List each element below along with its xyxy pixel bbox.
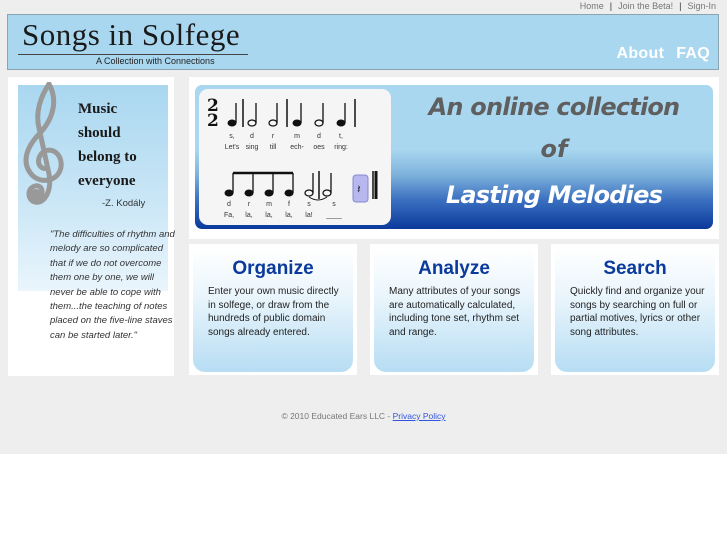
solfege-syllable: t,	[339, 133, 343, 140]
motto-line: should	[78, 125, 121, 141]
headline-line-2: of	[540, 135, 568, 163]
separator: |	[679, 1, 682, 11]
headline-line-3: Lasting Melodies	[445, 181, 663, 209]
motto-author: -Z. Kodály	[102, 198, 146, 209]
hero-panel: 2 2 𝄽 s, d r m d t, Let's sing till ech-…	[189, 77, 719, 239]
feature-description: Quickly find and organize your songs by …	[570, 286, 705, 338]
half-note	[304, 189, 314, 197]
home-link[interactable]: Home	[580, 1, 604, 11]
sidebar-quote-panel: Music should belong to everyone -Z. Kodá…	[8, 77, 175, 376]
motto-line: everyone	[78, 173, 136, 189]
motto: Music should belong to everyone	[78, 97, 137, 193]
hero-banner: 2 2 𝄽 s, d r m d t, Let's sing till ech-…	[195, 85, 713, 229]
lyric: ring:	[334, 144, 348, 151]
logo-subtitle: A Collection with Connections	[96, 56, 215, 66]
quarter-note	[292, 119, 302, 127]
motto-line: Music	[78, 101, 118, 117]
solfege-syllable: s	[332, 201, 336, 208]
feature-organize: Organize Enter your own music directly i…	[189, 244, 357, 375]
quarter-rest-icon: 𝄽	[357, 182, 361, 196]
feature-search: Search Quickly find and organize your so…	[551, 244, 719, 375]
feature-card: Organize Enter your own music directly i…	[193, 248, 353, 372]
time-sig-bottom: 2	[207, 111, 219, 131]
eighth-note	[244, 189, 254, 197]
motto-line: belong to	[78, 149, 137, 165]
kodaly-quote: "The difficulties of rhythm and melody a…	[50, 229, 175, 341]
half-note	[322, 189, 332, 197]
logo-underline	[18, 54, 248, 55]
half-note	[268, 119, 278, 127]
lyric: ____	[326, 212, 342, 219]
quarter-note	[336, 119, 346, 127]
feature-card: Analyze Many attributes of your songs ar…	[374, 248, 534, 372]
half-note	[314, 119, 324, 127]
site-logo[interactable]: Songs in Solfege A Collection with Conne…	[18, 17, 258, 66]
feature-description: Many attributes of your songs are automa…	[389, 286, 521, 338]
music-notation-example: 2 2 𝄽 s, d r m d t, Let's sing till ech-…	[199, 89, 391, 225]
site-header: Songs in Solfege A Collection with Conne…	[7, 14, 719, 70]
eighth-note	[284, 189, 294, 197]
feature-analyze: Analyze Many attributes of your songs ar…	[370, 244, 538, 375]
treble-clef-icon	[23, 82, 64, 205]
feature-title: Search	[603, 258, 667, 279]
logo-title: Songs in Solfege	[22, 17, 241, 52]
feature-title: Organize	[232, 258, 314, 279]
copyright-text: © 2010 Educated Ears LLC -	[281, 411, 393, 421]
footer: © 2010 Educated Ears LLC - Privacy Polic…	[0, 411, 727, 421]
top-links: Home | Join the Beta! | Sign-In	[580, 1, 716, 11]
tie	[308, 196, 328, 201]
feature-description: Enter your own music directly in solfege…	[208, 286, 339, 338]
eighth-note	[264, 189, 274, 197]
nav-faq[interactable]: FAQ	[676, 45, 710, 62]
sign-in-link[interactable]: Sign-In	[687, 1, 716, 11]
join-beta-link[interactable]: Join the Beta!	[618, 1, 673, 11]
privacy-policy-link[interactable]: Privacy Policy	[393, 411, 446, 421]
main-nav: About FAQ	[605, 45, 711, 63]
feature-title: Analyze	[418, 258, 490, 279]
eighth-note	[224, 189, 234, 197]
feature-card: Search Quickly find and organize your so…	[555, 248, 715, 372]
separator: |	[609, 1, 613, 11]
nav-about[interactable]: About	[617, 45, 665, 62]
headline-line-1: An online collection	[428, 93, 681, 121]
quarter-note	[227, 119, 237, 127]
half-note	[247, 119, 257, 127]
